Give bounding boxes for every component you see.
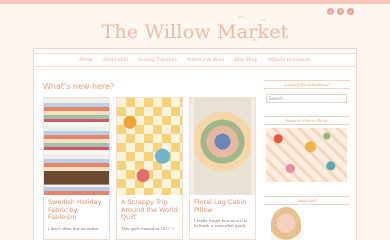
nav-item-tutorials[interactable]: Sewing Tutorials xyxy=(138,58,177,63)
about-widget-title: Meet Kelli xyxy=(264,196,350,205)
avatar xyxy=(271,207,301,240)
post-image[interactable] xyxy=(117,98,182,195)
bird-icon: ⌒ xyxy=(260,20,267,27)
sidebar-widget-about: Meet Kelli xyxy=(264,196,350,205)
social-icons: ◎ f p xyxy=(327,8,354,15)
bird-icon: ⌒ xyxy=(238,17,245,24)
nav-item-etsy-shop[interactable]: Etsy Shop xyxy=(234,58,257,63)
section-heading: What's new here? xyxy=(43,82,115,91)
sidebar-widget-search: Looking for something? xyxy=(264,80,350,89)
main-nav: Home About Kelli Sewing Tutorials Where … xyxy=(33,53,357,67)
bird-icon: ⌒ xyxy=(251,40,258,47)
nav-item-where-ive-been[interactable]: Where I've Been xyxy=(187,58,225,63)
post-excerpt: This quilt started in 2017. I xyxy=(121,225,174,231)
fabric-shop-image[interactable] xyxy=(266,128,347,182)
post-image[interactable] xyxy=(44,98,109,195)
sidebar-widget-shops: Favorite Fabric Shops xyxy=(264,116,350,125)
post-card[interactable]: Swedish Holiday Fabric by Fableism I don… xyxy=(43,97,110,240)
pinterest-icon[interactable]: p xyxy=(347,8,354,15)
post-title[interactable]: Swedish Holiday Fabric by Fableism xyxy=(44,195,109,222)
nav-item-about[interactable]: About Kelli xyxy=(103,58,128,63)
instagram-icon[interactable]: ◎ xyxy=(327,8,334,15)
facebook-icon[interactable]: f xyxy=(337,8,344,15)
nav-item-affiliate[interactable]: Affiliate Disclosure xyxy=(267,58,310,63)
top-accent-strip xyxy=(0,0,390,4)
post-title[interactable]: Floral Log Cabin Pillow xyxy=(190,195,255,214)
post-card[interactable]: A Scrappy Trip Around the World Quilt Th… xyxy=(116,97,183,240)
post-excerpt: I really forget how nice it is to finish… xyxy=(194,218,248,228)
post-excerpt: I don't often buy an entire xyxy=(48,225,99,231)
post-card[interactable]: Floral Log Cabin Pillow I really forget … xyxy=(189,97,256,240)
nav-item-home[interactable]: Home xyxy=(79,58,93,63)
site-logo[interactable]: The Willow Market xyxy=(0,21,390,43)
search-widget-title: Looking for something? xyxy=(264,80,350,89)
post-image[interactable] xyxy=(190,98,255,195)
post-title[interactable]: A Scrappy Trip Around the World Quilt xyxy=(117,195,182,222)
search-input[interactable]: Search ... xyxy=(266,94,347,103)
shops-widget-title: Favorite Fabric Shops xyxy=(264,116,350,125)
